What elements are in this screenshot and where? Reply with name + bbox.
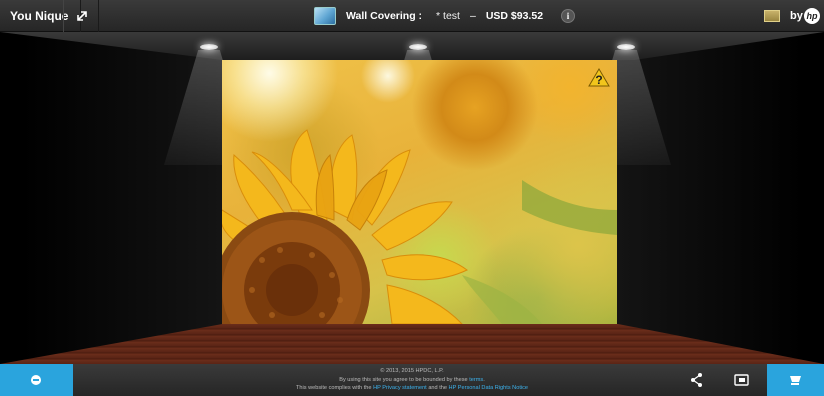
sunflower-image	[222, 129, 617, 324]
help-symbol: ?	[595, 73, 602, 87]
ceiling-lamp	[617, 44, 635, 50]
info-icon[interactable]: i	[561, 9, 576, 23]
price-separator: –	[469, 10, 476, 22]
share-button[interactable]	[683, 364, 711, 396]
compliance-line: This website complies with the HP Privac…	[230, 384, 594, 393]
help-warning-icon[interactable]: ?	[588, 68, 610, 87]
hp-logo-icon: hp	[804, 8, 820, 24]
terms-link[interactable]: terms	[469, 377, 483, 383]
wall-covering-name: * test	[436, 10, 460, 22]
minus-circle-icon	[31, 375, 41, 385]
wall-thumbnail-icon[interactable]	[314, 7, 336, 25]
and-text: and the	[428, 385, 447, 391]
expand-button[interactable]	[63, 0, 99, 32]
price-value: USD $93.52	[485, 10, 544, 22]
wall-covering-preview[interactable]: ?	[222, 60, 617, 324]
terms-line: By using this site you agree to be bound…	[230, 376, 594, 385]
terms-text: By using this site you agree to be bound…	[339, 376, 468, 383]
comply-text: This website complies with the	[295, 385, 372, 391]
wall-covering-label: Wall Covering :	[346, 10, 423, 22]
ceiling-lamp	[200, 44, 218, 50]
footer-bar: © 2013, 2015 HPDC, L.P. By using this si…	[0, 364, 824, 396]
cart-icon	[790, 376, 801, 385]
wall-covering-summary: Wall Covering : * test – USD $93.52 i	[314, 6, 576, 26]
copyright-text: © 2013, 2015 HPDC, L.P.	[380, 368, 444, 374]
expand-icon	[77, 11, 87, 21]
card-icon	[734, 374, 749, 386]
room-view: ?	[0, 32, 824, 364]
privacy-statement-link[interactable]: HP Privacy statement	[373, 385, 427, 391]
flag-icon[interactable]	[764, 10, 780, 22]
zoom-out-button[interactable]	[0, 364, 73, 396]
top-bar: You Nique Wall Covering : * test – USD $…	[0, 0, 824, 32]
terms-end: .	[483, 376, 485, 383]
left-wall	[0, 32, 222, 364]
personal-data-notice-link[interactable]: HP Personal Data Rights Notice	[449, 385, 529, 391]
right-wall	[617, 32, 824, 364]
ceiling-lamp	[409, 44, 427, 50]
legal-notice: © 2013, 2015 HPDC, L.P. By using this si…	[230, 367, 594, 393]
by-label: by	[790, 10, 803, 22]
share-icon	[691, 373, 702, 387]
cart-button[interactable]	[767, 364, 824, 396]
save-card-button[interactable]	[726, 364, 756, 396]
